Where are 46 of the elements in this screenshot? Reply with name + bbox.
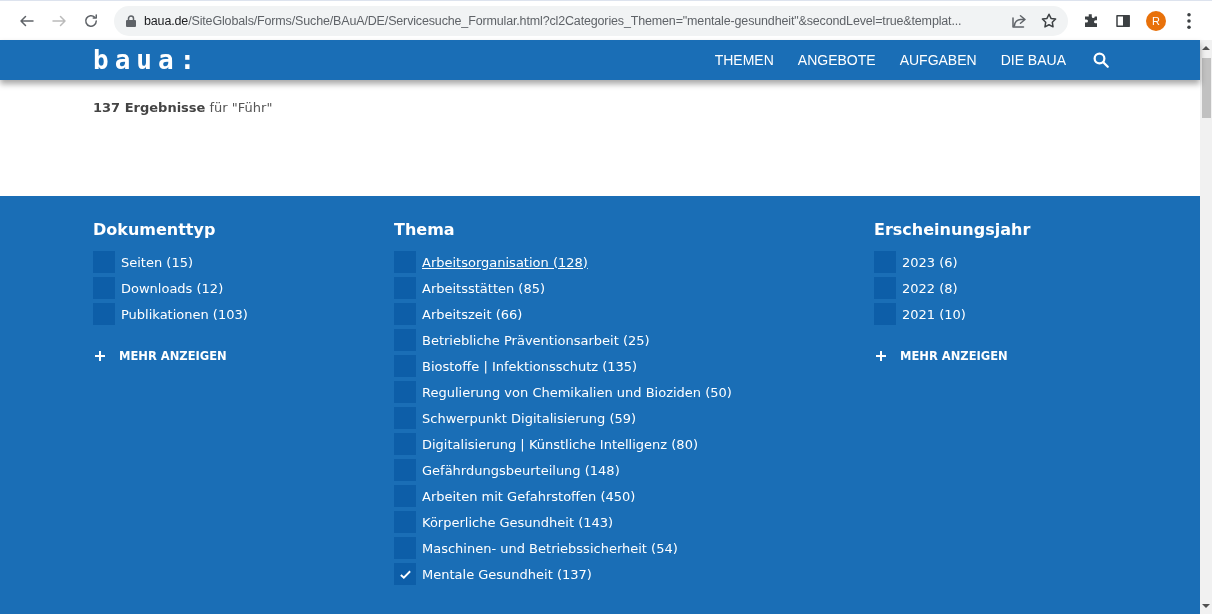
- filter-heading: Dokumenttyp: [93, 220, 217, 239]
- star-icon: [1040, 11, 1058, 30]
- checkbox[interactable]: [394, 563, 416, 585]
- scroll-thumb[interactable]: [1201, 58, 1211, 118]
- filter-option[interactable]: Arbeiten mit Gefahrstoffen (450): [422, 488, 636, 504]
- filter-option[interactable]: Digitalisierung | Künstliche Intelligenz (80): [422, 436, 698, 452]
- nav-link[interactable]: THEMEN: [714, 52, 774, 68]
- scrollbar[interactable]: [1200, 40, 1212, 614]
- scroll-up-icon[interactable]: [1202, 44, 1210, 52]
- nav-link[interactable]: DIE BAUA: [1000, 52, 1066, 68]
- show-more-button[interactable]: MEHR ANZEIGEN: [874, 349, 1008, 363]
- filter-option[interactable]: 2021 (10): [902, 306, 966, 322]
- filter-option[interactable]: 2022 (8): [902, 280, 958, 296]
- filter-option[interactable]: Schwerpunkt Digitalisierung (59): [422, 410, 637, 426]
- filter-option[interactable]: Mentale Gesundheit (137): [422, 566, 592, 582]
- scroll-down-icon[interactable]: [1202, 602, 1210, 610]
- plus-icon: [876, 351, 886, 361]
- filter-option[interactable]: 2023 (6): [902, 254, 958, 270]
- filter-heading: Erscheinungsjahr: [874, 220, 1032, 239]
- filter-option[interactable]: Biostoffe | Infektionsschutz (135): [422, 358, 638, 374]
- url-text: baua.de/SiteGlobals/Forms/Suche/BAuA/DE/Servicesuche_Formular.html?cl2Categories_Themen="mentale-gesundheit"&secondLevel=true&templat...: [144, 13, 963, 28]
- filter-option[interactable]: Arbeitsstätten (85): [422, 280, 546, 296]
- filter-option[interactable]: Betriebliche Präventionsarbeit (25): [422, 332, 650, 348]
- filter-option[interactable]: Regulierung von Chemikalien und Bioziden (50): [422, 384, 732, 400]
- search-icon[interactable]: [1092, 51, 1110, 69]
- filter-option[interactable]: Arbeitszeit (66): [422, 306, 523, 322]
- address-bar[interactable]: baua.de/SiteGlobals/Forms/Suche/BAuA/DE/Servicesuche_Formular.html?cl2Categories_Themen="mentale-gesundheit"&secondLevel=true&templat...: [114, 5, 1068, 36]
- plus-icon: [95, 351, 105, 361]
- filter-heading: Thema: [394, 220, 456, 239]
- filter-option[interactable]: Körperliche Gesundheit (143): [422, 514, 614, 530]
- nav-link[interactable]: AUFGABEN: [899, 52, 977, 68]
- filter-option[interactable]: Arbeitsorganisation (128): [422, 254, 588, 270]
- profile-avatar[interactable]: R: [1146, 10, 1166, 31]
- filter-option[interactable]: Gefährdungsbeurteilung (148): [422, 462, 620, 478]
- show-more-button[interactable]: MEHR ANZEIGEN: [93, 349, 227, 363]
- filter-option[interactable]: Maschinen- und Betriebssicherheit (54): [422, 540, 678, 556]
- filter-option[interactable]: Publikationen (103): [121, 306, 248, 322]
- nav-link[interactable]: ANGEBOTE: [797, 52, 876, 68]
- filter-option[interactable]: Seiten (15): [121, 254, 193, 270]
- site-logo[interactable]: baua:: [93, 47, 202, 73]
- puzzle-icon: [1082, 11, 1100, 30]
- lock-icon: [126, 14, 136, 27]
- filter-option[interactable]: Downloads (12): [121, 280, 224, 296]
- menu-icon: [1187, 12, 1191, 29]
- reload-icon: [82, 11, 100, 30]
- results-count: 137 Ergebnisse für "Führ": [93, 100, 273, 115]
